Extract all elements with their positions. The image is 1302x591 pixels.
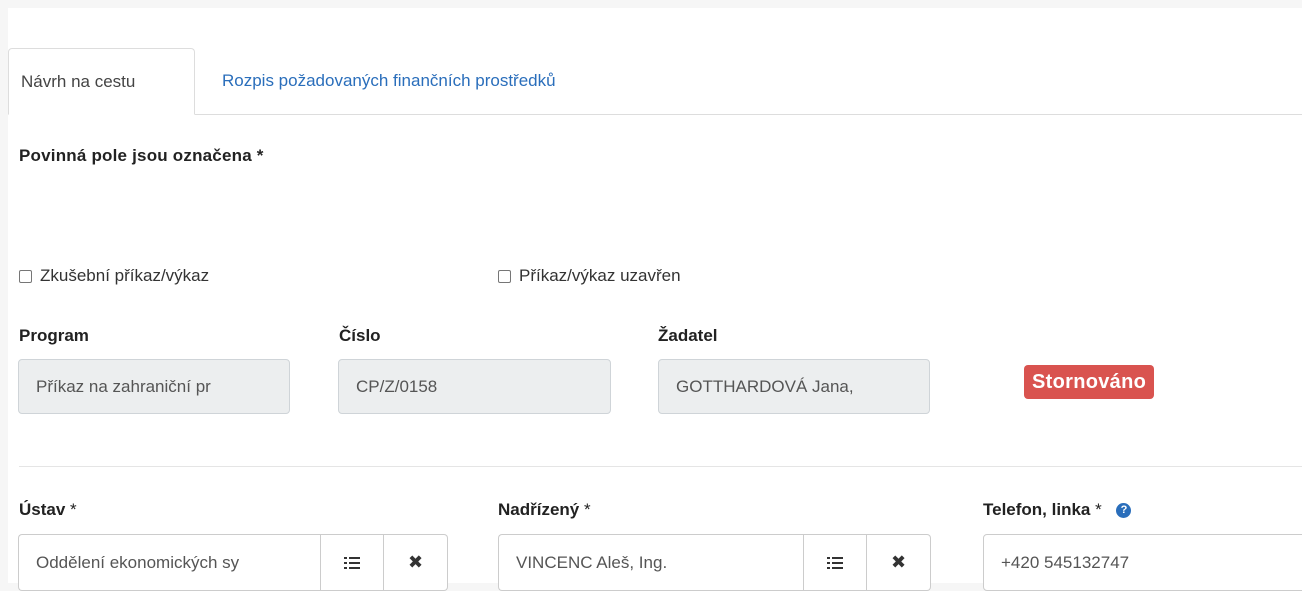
tab-navrh-na-cestu[interactable]: Návrh na cestu xyxy=(8,48,195,115)
ustav-clear-button[interactable]: ✖ xyxy=(384,534,448,591)
ustav-required-star: * xyxy=(70,500,77,519)
checkbox-box[interactable] xyxy=(498,269,511,283)
ustav-label-text: Ústav xyxy=(19,500,66,519)
ustav-list-button[interactable] xyxy=(320,534,384,591)
section-divider xyxy=(19,466,1302,467)
checkbox-label: Příkaz/výkaz uzavřen xyxy=(519,266,681,285)
form-page: Návrh na cestu Rozpis požadovaných finan… xyxy=(8,8,1302,591)
nadrizeny-clear-button[interactable]: ✖ xyxy=(867,534,931,591)
nadrizeny-label: Nadřízený * xyxy=(498,500,591,520)
checkbox-zkusebni[interactable]: Zkušební příkaz/výkaz xyxy=(19,266,209,286)
ustav-input[interactable]: Oddělení ekonomických sy xyxy=(18,534,320,591)
times-icon: ✖ xyxy=(890,552,907,572)
ustav-input-group: Oddělení ekonomických sy ✖ xyxy=(18,534,448,591)
checkbox-box[interactable] xyxy=(19,269,32,283)
checkbox-label: Zkušební příkaz/výkaz xyxy=(40,266,210,285)
nadrizeny-input-group: VINCENC Aleš, Ing. ✖ xyxy=(498,534,931,591)
ustav-label: Ústav * xyxy=(19,500,77,520)
question-circle-icon[interactable]: ? xyxy=(1116,503,1132,519)
tab-rozpis-financnich-prostredku[interactable]: Rozpis požadovaných finančních prostředk… xyxy=(222,48,556,114)
required-fields-note: Povinná pole jsou označena * xyxy=(19,146,264,166)
zadatel-label: Žadatel xyxy=(658,326,718,345)
nadrizeny-input[interactable]: VINCENC Aleš, Ing. xyxy=(498,534,803,591)
zadatel-field: GOTTHARDOVÁ Jana, xyxy=(658,359,930,414)
telefon-required-star: * xyxy=(1095,500,1102,519)
program-field: Příkaz na zahraniční pr xyxy=(18,359,290,414)
program-label: Program xyxy=(19,326,89,345)
telefon-label-text: Telefon, linka xyxy=(983,500,1091,519)
required-note-text: Povinná pole jsou označena xyxy=(19,146,252,165)
nadrizeny-label-text: Nadřízený xyxy=(498,500,580,519)
required-star: * xyxy=(256,146,264,165)
cislo-label: Číslo xyxy=(339,326,381,345)
nadrizeny-list-button[interactable] xyxy=(803,534,867,591)
list-icon xyxy=(344,556,360,569)
telefon-input[interactable]: +420 545132747 xyxy=(983,534,1302,591)
cislo-field: CP/Z/0158 xyxy=(338,359,611,414)
status-badge: Stornováno xyxy=(1024,365,1155,399)
list-icon xyxy=(827,556,843,569)
times-icon: ✖ xyxy=(407,552,424,572)
nadrizeny-required-star: * xyxy=(583,500,591,519)
tab-bar: Návrh na cestu Rozpis požadovaných finan… xyxy=(8,48,1302,115)
checkbox-uzavren[interactable]: Příkaz/výkaz uzavřen xyxy=(498,266,681,286)
telefon-label: Telefon, linka * ? xyxy=(983,500,1132,520)
